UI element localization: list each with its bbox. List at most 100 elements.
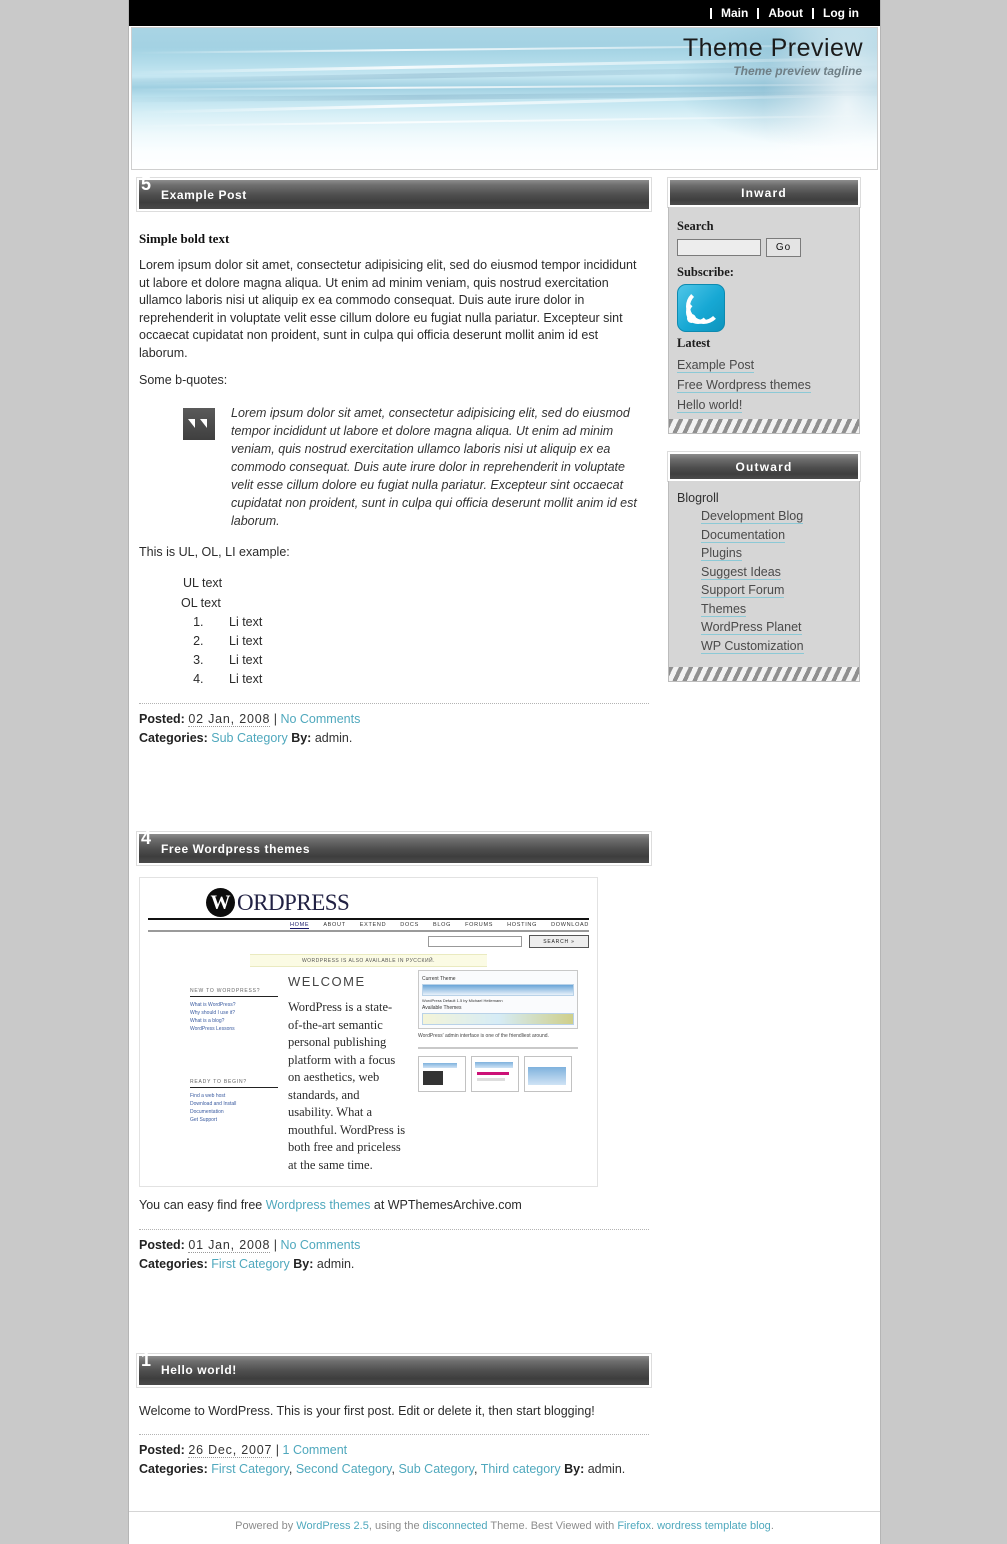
caption-post: at WPThemesArchive.com <box>370 1198 522 1212</box>
site-footer: Powered by WordPress 2.5, using the disc… <box>129 1511 880 1544</box>
post-title[interactable]: Free Wordpress themes <box>161 842 310 856</box>
list-item: Development Blog <box>701 507 859 526</box>
post-hello-world: 1 Hello world! Welcome to WordPress. Thi… <box>137 1351 651 1480</box>
categories-label: Categories: <box>139 731 208 745</box>
latest-link-example-post[interactable]: Example Post <box>677 358 755 373</box>
wp-theme-thumbs <box>422 1013 574 1025</box>
wp-list-item: Download and Install <box>190 1101 237 1107</box>
footer-wordpress-link[interactable]: WordPress 2.5 <box>296 1520 369 1532</box>
blockquote: Lorem ipsum dolor sit amet, consectetur … <box>181 404 649 530</box>
cat-comma: , <box>391 1462 395 1476</box>
wordpress-logo: ORDPRESS <box>206 888 350 917</box>
post-meta-posted: Posted: 01 Jan, 2008 | No Comments <box>139 1236 649 1255</box>
list-item: Hello world! <box>677 395 859 415</box>
blogroll-link-documentation[interactable]: Documentation <box>701 527 786 543</box>
widget-inward: Inward Search Go Subscribe: Latest Examp… <box>668 178 860 434</box>
post-meta-posted: Posted: 02 Jan, 2008 | No Comments <box>139 710 649 729</box>
wp-card-title: Current Theme <box>422 976 456 982</box>
post-date: 02 Jan, 2008 <box>188 712 271 727</box>
wp-welcome-heading: WELCOME <box>288 974 366 989</box>
latest-link-hello-world[interactable]: Hello world! <box>677 398 743 413</box>
blockquote-text: Lorem ipsum dolor sit amet, consectetur … <box>231 405 637 528</box>
wp-list-item: WordPress Lessons <box>190 1026 235 1032</box>
main-content: 5 Example Post Simple bold text Lorem ip… <box>137 175 651 1501</box>
banner-wave <box>132 83 877 91</box>
latest-label: Latest <box>677 336 711 350</box>
by-label: By: <box>291 731 312 745</box>
cat-comma: , <box>473 1462 478 1476</box>
quote-icon <box>181 405 217 442</box>
blogroll-link-support-forum[interactable]: Support Forum <box>701 583 785 598</box>
nav-item-login[interactable]: Log in <box>812 7 868 19</box>
comments-link[interactable]: 1 Comment <box>283 1443 348 1457</box>
top-navigation: Main About Log in <box>129 0 880 26</box>
cat-comma: , <box>288 1462 293 1476</box>
list-item: Suggest Ideas <box>701 563 859 582</box>
blogroll-link-wp-customization[interactable]: WP Customization <box>701 638 804 654</box>
nav-item-about[interactable]: About <box>757 7 812 19</box>
blogroll-link-development-blog[interactable]: Development Blog <box>701 509 804 524</box>
blogroll-link-suggest-ideas[interactable]: Suggest Ideas <box>701 564 781 580</box>
rss-feed-icon[interactable] <box>677 284 725 332</box>
wp-card-caption: WordPress' admin interface is one of the… <box>418 1033 549 1039</box>
post-example-post: 5 Example Post Simple bold text Lorem ip… <box>137 175 651 748</box>
wp-shot-mid-column: WELCOME WordPress is a state-of-the-art … <box>288 974 406 1186</box>
wordpress-wordmark: ORDPRESS <box>237 889 350 915</box>
wp-paragraph: WordPress is a state-of-the-art semantic… <box>288 1000 406 1172</box>
search-go-button[interactable]: Go <box>766 238 801 257</box>
footer-mid2: Theme. Best Viewed with <box>487 1520 618 1532</box>
wp-shot-right-column: Current Theme WordPress Default 1.5 by M… <box>418 970 578 1092</box>
wp-thumb-box <box>418 1056 466 1092</box>
list-item: Li text <box>207 651 649 670</box>
list-item: Support Forum <box>701 581 859 600</box>
wp-list-item: Why should I use it? <box>190 1010 236 1016</box>
wp-shot-left-column: NEW TO WORDPRESS? What is WordPress? Why… <box>190 988 278 1124</box>
list-intro: This is UL, OL, LI example: <box>139 544 290 559</box>
blogroll-link-wordpress-planet[interactable]: WordPress Planet <box>701 620 802 635</box>
post-title[interactable]: Hello world! <box>161 1363 237 1377</box>
post-paragraph: Lorem ipsum dolor sit amet, consectetur … <box>139 258 637 360</box>
footer-blog-link[interactable]: wordress template blog <box>657 1520 771 1532</box>
wp-nav-home: HOME <box>290 922 310 929</box>
category-link[interactable]: Sub Category <box>398 1462 474 1476</box>
caption-pre: You can easy find free <box>139 1198 266 1212</box>
ul-text: UL text <box>183 576 223 590</box>
post-title[interactable]: Example Post <box>161 188 247 202</box>
meta-separator: | <box>273 1237 277 1252</box>
wp-list-item: Documentation <box>190 1109 224 1115</box>
wp-nav-hosting: HOSTING <box>507 922 538 928</box>
post-body: Welcome to WordPress. This is your first… <box>137 1389 651 1480</box>
comments-link[interactable]: No Comments <box>280 712 360 726</box>
search-form: Go <box>677 238 859 257</box>
footer-theme-link[interactable]: disconnected <box>423 1520 488 1532</box>
footer-firefox-link[interactable]: Firefox <box>617 1520 651 1532</box>
post-date: 01 Jan, 2008 <box>188 1237 271 1253</box>
latest-link-free-wordpress-themes[interactable]: Free Wordpress themes <box>677 378 811 393</box>
wp-nav-blog: BLOG <box>432 922 452 928</box>
post-date: 26 Dec, 2007 <box>188 1443 273 1458</box>
post-author: admin. <box>314 731 353 745</box>
rss-arc-outer <box>686 289 721 324</box>
page-wrapper: Main About Log in Theme Preview Theme pr… <box>128 0 881 1544</box>
category-link[interactable]: Third category <box>481 1462 561 1476</box>
wp-thumb-box <box>471 1056 519 1092</box>
nav-item-main[interactable]: Main <box>710 7 757 19</box>
search-input[interactable] <box>677 239 761 256</box>
list-item: Themes <box>701 600 859 619</box>
category-link[interactable]: First Category <box>211 1257 290 1271</box>
widget-title: Inward <box>668 178 860 207</box>
comments-link[interactable]: No Comments <box>280 1238 360 1252</box>
blogroll-link-plugins[interactable]: Plugins <box>701 546 742 561</box>
list-item: Free Wordpress themes <box>677 375 859 395</box>
category-link[interactable]: Sub Category <box>211 731 287 745</box>
wp-divider <box>148 930 589 932</box>
list-item: Plugins <box>701 544 859 563</box>
wp-card-subtitle: WordPress Default 1.5 by Michael Heilema… <box>422 998 503 1003</box>
blogroll-link-themes[interactable]: Themes <box>701 601 747 617</box>
category-link[interactable]: Second Category <box>296 1462 392 1476</box>
category-link[interactable]: First Category <box>211 1462 289 1476</box>
wordpress-themes-link[interactable]: Wordpress themes <box>266 1198 371 1212</box>
list-item: Documentation <box>701 526 859 545</box>
wp-divider <box>418 1047 578 1049</box>
post-meta-categories: Categories: First Category By: admin. <box>139 1255 649 1274</box>
